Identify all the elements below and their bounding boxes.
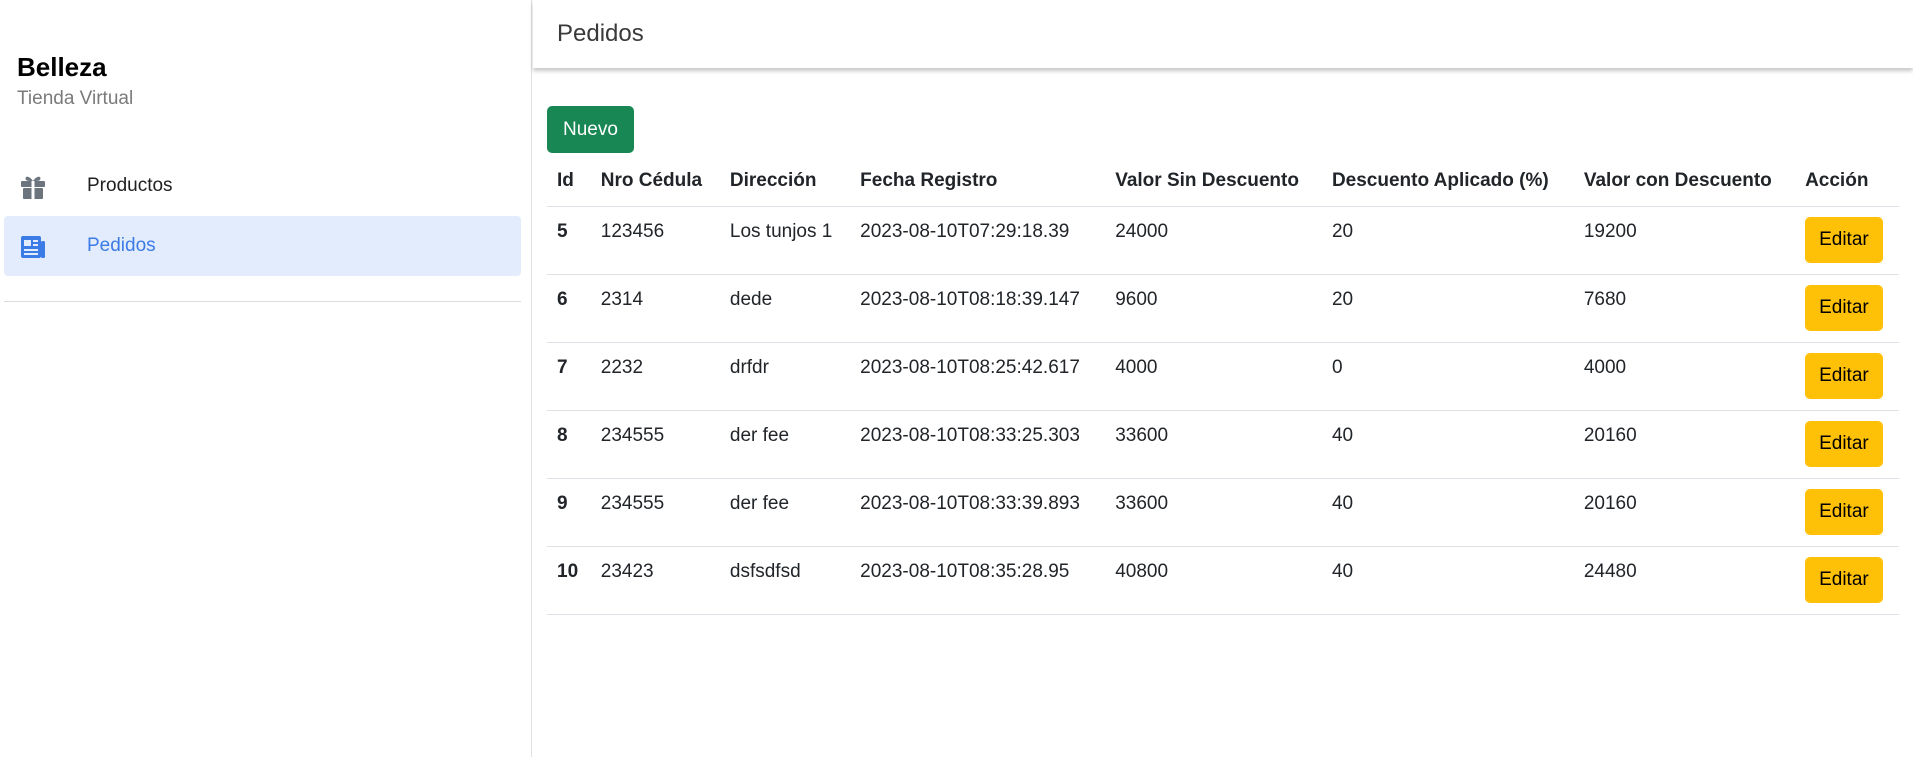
column-header-accion: Acción (1795, 157, 1899, 207)
cell-accion: Editar (1795, 206, 1899, 275)
sidebar-divider (4, 301, 521, 302)
cell-descuento: 40 (1321, 410, 1574, 479)
table-header: Id Nro Cédula Dirección Fecha Registro V… (547, 157, 1899, 207)
cell-fecha: 2023-08-10T08:35:28.95 (850, 546, 1106, 615)
cell-id: 10 (547, 546, 591, 615)
cell-id: 6 (547, 274, 591, 343)
cell-fecha: 2023-08-10T07:29:18.39 (850, 206, 1106, 275)
sidebar-item-label: Pedidos (87, 235, 156, 256)
sidebar-item-productos[interactable]: Productos (4, 156, 521, 216)
column-header-cedula: Nro Cédula (590, 157, 720, 207)
brand-title: Belleza (17, 52, 107, 82)
cell-descuento: 20 (1321, 206, 1574, 275)
edit-button[interactable]: Editar (1805, 556, 1883, 603)
cell-descuento: 0 (1321, 342, 1574, 411)
column-header-valor-con-descuento: Valor con Descuento (1573, 157, 1796, 207)
table-row: 10 23423 dsfsdfsd 2023-08-10T08:35:28.95… (547, 546, 1899, 615)
edit-button[interactable]: Editar (1805, 284, 1883, 331)
cell-valor-con-descuento: 4000 (1573, 342, 1796, 411)
cell-descuento: 20 (1321, 274, 1574, 343)
cell-valor-sin-descuento: 9600 (1105, 274, 1322, 343)
orders-table: Id Nro Cédula Dirección Fecha Registro V… (547, 157, 1899, 615)
sidebar-nav: Productos Pedidos (4, 156, 521, 276)
sidebar: Belleza Tienda Virtual Productos Pedidos (0, 0, 532, 757)
cell-valor-con-descuento: 20160 (1573, 410, 1796, 479)
cell-id: 7 (547, 342, 591, 411)
edit-button[interactable]: Editar (1805, 420, 1883, 467)
table-row: 8 234555 der fee 2023-08-10T08:33:25.303… (547, 410, 1899, 479)
cell-direccion: dede (719, 274, 851, 343)
cell-accion: Editar (1795, 546, 1899, 615)
cell-direccion: Los tunjos 1 (719, 206, 851, 275)
cell-id: 8 (547, 410, 591, 479)
table-body: 5 123456 Los tunjos 1 2023-08-10T07:29:1… (547, 206, 1899, 615)
cell-accion: Editar (1795, 274, 1899, 343)
cell-cedula: 234555 (590, 410, 720, 479)
cell-cedula: 234555 (590, 478, 720, 547)
newspaper-icon (19, 233, 47, 261)
main-content: Nuevo Id Nro Cédula Dirección Fecha Regi… (547, 106, 1899, 615)
cell-id: 5 (547, 206, 591, 275)
table-row: 5 123456 Los tunjos 1 2023-08-10T07:29:1… (547, 206, 1899, 275)
cell-direccion: dsfsdfsd (719, 546, 851, 615)
cell-descuento: 40 (1321, 478, 1574, 547)
cell-valor-sin-descuento: 40800 (1105, 546, 1322, 615)
cell-valor-con-descuento: 7680 (1573, 274, 1796, 343)
cell-cedula: 2232 (590, 342, 720, 411)
sidebar-item-label: Productos (87, 175, 173, 196)
cell-direccion: der fee (719, 410, 851, 479)
cell-valor-con-descuento: 24480 (1573, 546, 1796, 615)
table-row: 6 2314 dede 2023-08-10T08:18:39.147 9600… (547, 274, 1899, 343)
cell-fecha: 2023-08-10T08:33:25.303 (850, 410, 1106, 479)
cell-valor-sin-descuento: 4000 (1105, 342, 1322, 411)
column-header-direccion: Dirección (719, 157, 851, 207)
cell-valor-sin-descuento: 33600 (1105, 410, 1322, 479)
cell-accion: Editar (1795, 342, 1899, 411)
cell-fecha: 2023-08-10T08:25:42.617 (850, 342, 1106, 411)
cell-accion: Editar (1795, 478, 1899, 547)
cell-id: 9 (547, 478, 591, 547)
brand-subtitle: Tienda Virtual (17, 88, 134, 109)
new-order-button[interactable]: Nuevo (547, 106, 634, 153)
cell-descuento: 40 (1321, 546, 1574, 615)
cell-valor-sin-descuento: 33600 (1105, 478, 1322, 547)
cell-direccion: der fee (719, 478, 851, 547)
table-row: 9 234555 der fee 2023-08-10T08:33:39.893… (547, 478, 1899, 547)
cell-valor-con-descuento: 19200 (1573, 206, 1796, 275)
table-header-row: Id Nro Cédula Dirección Fecha Registro V… (547, 157, 1899, 207)
cell-cedula: 23423 (590, 546, 720, 615)
cell-fecha: 2023-08-10T08:33:39.893 (850, 478, 1106, 547)
column-header-valor-sin-descuento: Valor Sin Descuento (1105, 157, 1322, 207)
column-header-id: Id (547, 157, 591, 207)
edit-button[interactable]: Editar (1805, 216, 1883, 263)
cell-direccion: drfdr (719, 342, 851, 411)
edit-button[interactable]: Editar (1805, 352, 1883, 399)
cell-accion: Editar (1795, 410, 1899, 479)
column-header-fecha: Fecha Registro (850, 157, 1106, 207)
app-root: Belleza Tienda Virtual Productos Pedidos… (0, 0, 1913, 757)
edit-button[interactable]: Editar (1805, 488, 1883, 535)
table-row: 7 2232 drfdr 2023-08-10T08:25:42.617 400… (547, 342, 1899, 411)
cell-cedula: 123456 (590, 206, 720, 275)
column-header-descuento: Descuento Aplicado (%) (1321, 157, 1574, 207)
cell-valor-con-descuento: 20160 (1573, 478, 1796, 547)
cell-fecha: 2023-08-10T08:18:39.147 (850, 274, 1106, 343)
topbar: Pedidos (533, 0, 1913, 68)
cell-valor-sin-descuento: 24000 (1105, 206, 1322, 275)
sidebar-item-pedidos[interactable]: Pedidos (4, 216, 521, 276)
page-title: Pedidos (557, 20, 644, 47)
gift-icon (19, 173, 47, 201)
cell-cedula: 2314 (590, 274, 720, 343)
brand: Belleza Tienda Virtual (17, 52, 133, 110)
